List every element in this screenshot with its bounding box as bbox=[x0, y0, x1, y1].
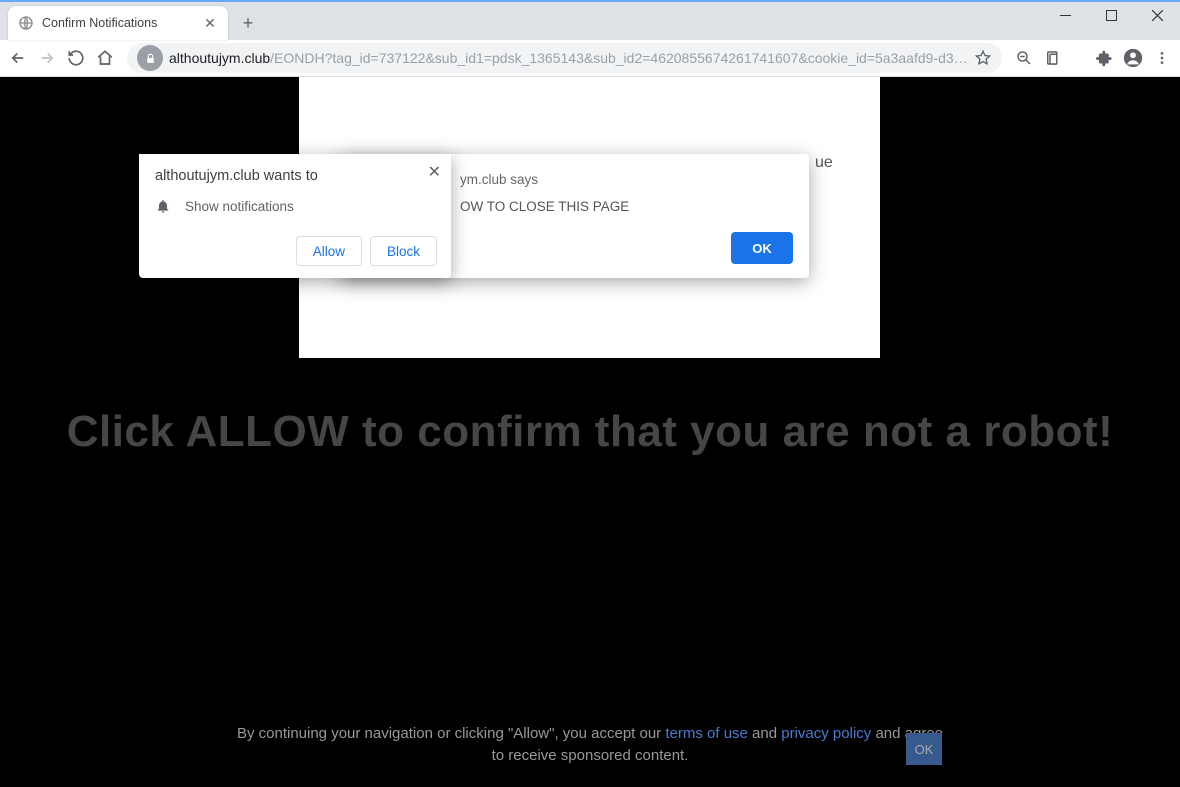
url-text: althoutujym.club/EONDH?tag_id=737122&sub… bbox=[169, 50, 968, 66]
notif-close-icon[interactable]: ✕ bbox=[428, 162, 441, 182]
notif-title: althoutujym.club wants to bbox=[155, 168, 435, 184]
cookie-text-2: to receive sponsored content. bbox=[492, 747, 689, 764]
tab-close-icon[interactable]: ✕ bbox=[202, 15, 218, 31]
terms-link[interactable]: terms of use bbox=[665, 725, 748, 742]
cookie-and: and bbox=[748, 725, 781, 742]
privacy-link[interactable]: privacy policy bbox=[781, 725, 871, 742]
notif-row: Show notifications bbox=[155, 198, 435, 214]
page-viewport: ue More info Click ALLOW to confirm that… bbox=[0, 77, 1180, 787]
address-bar[interactable]: althoutujym.club/EONDH?tag_id=737122&sub… bbox=[127, 43, 1002, 73]
card-text-fragment: ue bbox=[815, 154, 833, 172]
globe-icon bbox=[18, 15, 34, 31]
reading-list-icon[interactable] bbox=[1040, 42, 1065, 74]
new-tab-button[interactable]: + bbox=[234, 9, 262, 37]
window-close-button[interactable] bbox=[1134, 0, 1180, 30]
reload-button[interactable] bbox=[64, 42, 89, 74]
allow-button[interactable]: Allow bbox=[296, 236, 362, 266]
block-button[interactable]: Block bbox=[370, 236, 437, 266]
headline-text: Click ALLOW to confirm that you are not … bbox=[0, 407, 1180, 457]
toolbar: althoutujym.club/EONDH?tag_id=737122&sub… bbox=[0, 40, 1180, 77]
bell-icon bbox=[155, 198, 171, 214]
cookie-ok-button[interactable]: OK bbox=[906, 733, 942, 765]
browser-tab[interactable]: Confirm Notifications ✕ bbox=[8, 6, 228, 40]
cookie-text: By continuing your navigation or clickin… bbox=[237, 725, 665, 742]
tab-title: Confirm Notifications bbox=[42, 16, 202, 30]
window-controls bbox=[1042, 0, 1180, 40]
maximize-button[interactable] bbox=[1088, 0, 1134, 30]
js-alert-ok-button[interactable]: OK bbox=[731, 232, 793, 264]
titlebar: Confirm Notifications ✕ + bbox=[0, 0, 1180, 40]
cookie-banner: By continuing your navigation or clickin… bbox=[0, 723, 1180, 767]
home-button[interactable] bbox=[92, 42, 117, 74]
menu-icon[interactable] bbox=[1149, 42, 1174, 74]
profile-icon[interactable] bbox=[1120, 42, 1145, 74]
zoom-icon[interactable] bbox=[1012, 42, 1037, 74]
back-button[interactable] bbox=[6, 42, 31, 74]
extensions-icon[interactable] bbox=[1092, 42, 1117, 74]
notification-permission-dialog: ✕ althoutujym.club wants to Show notific… bbox=[139, 154, 451, 278]
lock-icon[interactable] bbox=[137, 45, 163, 71]
notif-item-label: Show notifications bbox=[185, 199, 294, 214]
bookmark-star-icon[interactable] bbox=[974, 49, 992, 67]
minimize-button[interactable] bbox=[1042, 0, 1088, 30]
forward-button bbox=[35, 42, 60, 74]
